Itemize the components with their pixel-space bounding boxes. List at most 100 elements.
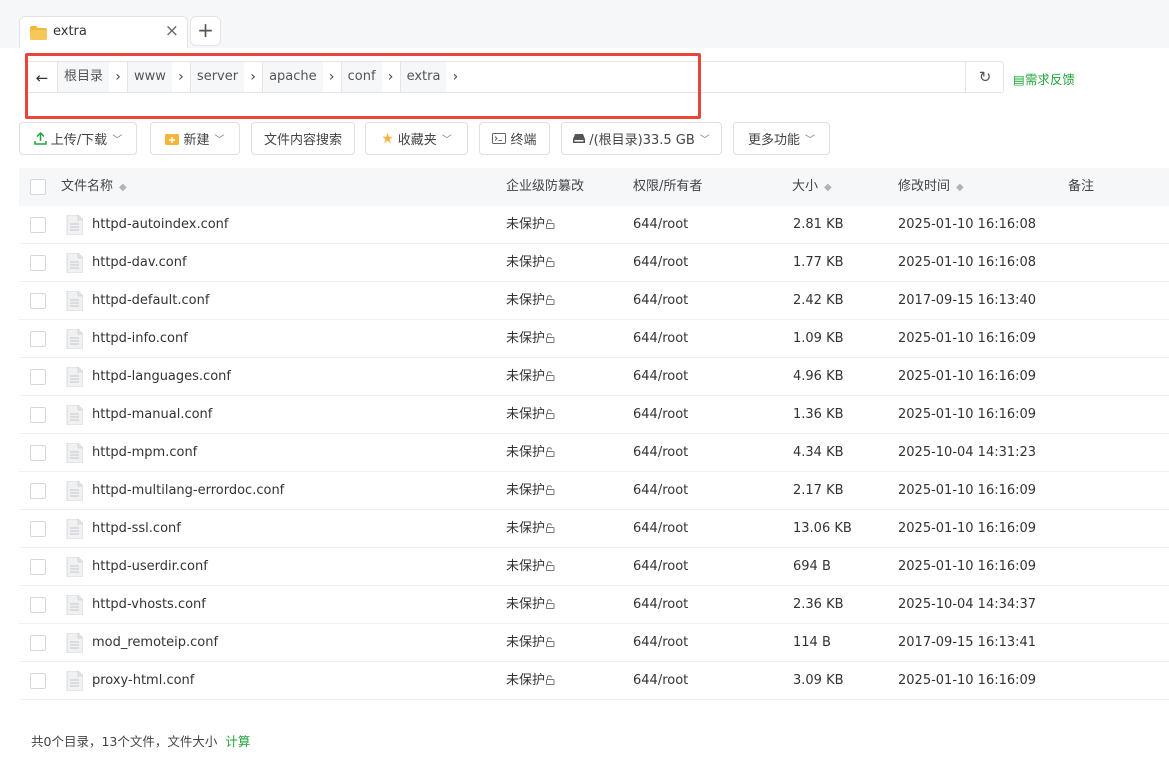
row-checkbox[interactable] <box>30 559 46 575</box>
close-icon[interactable]: × <box>165 21 179 41</box>
add-tab-button[interactable]: + <box>190 16 221 46</box>
chevron-down-icon: ﹀ <box>441 135 452 146</box>
file-name[interactable]: httpd-userdir.conf <box>92 548 208 585</box>
row-checkbox[interactable] <box>30 597 46 613</box>
table-row[interactable]: httpd-languages.conf 未保护 644/root 4.96 KB 20… <box>19 358 1169 396</box>
row-checkbox[interactable] <box>30 407 46 423</box>
tamper-status[interactable]: 未保护 <box>506 624 555 661</box>
file-name[interactable]: httpd-autoindex.conf <box>92 206 229 243</box>
tamper-status[interactable]: 未保护 <box>506 472 555 509</box>
permission-owner[interactable]: 644/root <box>633 624 688 661</box>
row-checkbox[interactable] <box>30 445 46 461</box>
file-icon <box>66 519 83 539</box>
unlock-icon <box>546 333 555 345</box>
sort-icon[interactable]: ◆ <box>824 182 832 193</box>
file-content-search-button[interactable]: 文件内容搜索 <box>251 122 355 155</box>
upload-download-button[interactable]: 上传/下载 ﹀ <box>19 122 137 155</box>
file-size: 1.36 KB <box>793 407 844 422</box>
file-name[interactable]: httpd-ssl.conf <box>92 510 181 547</box>
table-row[interactable]: httpd-multilang-errordoc.conf 未保护 644/root… <box>19 472 1169 510</box>
table-row[interactable]: mod_remoteip.conf 未保护 644/root 114 B 2017-09… <box>19 624 1169 662</box>
row-checkbox[interactable] <box>30 217 46 233</box>
file-name[interactable]: httpd-vhosts.conf <box>92 586 206 623</box>
file-name[interactable]: httpd-languages.conf <box>92 358 231 395</box>
row-checkbox[interactable] <box>30 369 46 385</box>
feedback-link[interactable]: ▤需求反馈 <box>1013 69 1075 88</box>
column-name[interactable]: 文件名称 ◆ <box>61 168 127 206</box>
terminal-button[interactable]: 终端 <box>479 122 550 155</box>
permission-owner[interactable]: 644/root <box>633 244 688 281</box>
table-row[interactable]: httpd-vhosts.conf 未保护 644/root 2.36 KB 2025-… <box>19 586 1169 624</box>
column-size-label: 大小 <box>792 179 819 194</box>
more-functions-button[interactable]: 更多功能 ﹀ <box>733 122 830 155</box>
folder-icon <box>30 26 47 40</box>
permission-owner[interactable]: 644/root <box>633 510 688 547</box>
modified-time: 2017-09-15 16:13:40 <box>898 293 1037 308</box>
table-row[interactable]: httpd-dav.conf 未保护 644/root 1.77 KB 2025-01-… <box>19 244 1169 282</box>
file-name[interactable]: httpd-info.conf <box>92 320 188 357</box>
table-row[interactable]: httpd-mpm.conf 未保护 644/root 4.34 KB 2025-10-… <box>19 434 1169 472</box>
table-row[interactable]: httpd-info.conf 未保护 644/root 1.09 KB 2025-01… <box>19 320 1169 358</box>
row-checkbox[interactable] <box>30 521 46 537</box>
tab-extra[interactable]: extra × <box>19 16 188 48</box>
permission-owner[interactable]: 644/root <box>633 206 688 243</box>
file-name[interactable]: httpd-multilang-errordoc.conf <box>92 472 284 509</box>
file-name[interactable]: httpd-default.conf <box>92 282 209 319</box>
row-checkbox[interactable] <box>30 673 46 689</box>
permission-owner[interactable]: 644/root <box>633 396 688 433</box>
permission-owner[interactable]: 644/root <box>633 358 688 395</box>
tamper-status[interactable]: 未保护 <box>506 510 555 547</box>
refresh-icon[interactable]: ↻ <box>965 61 1004 93</box>
permission-owner[interactable]: 644/root <box>633 434 688 471</box>
tamper-status[interactable]: 未保护 <box>506 244 555 281</box>
favorites-button[interactable]: ★ 收藏夹 ﹀ <box>365 122 468 155</box>
column-mtime-label: 修改时间 <box>898 179 951 194</box>
file-size: 13.06 KB <box>793 521 852 536</box>
table-row[interactable]: httpd-autoindex.conf 未保护 644/root 2.81 KB 20… <box>19 206 1169 244</box>
sort-icon[interactable]: ◆ <box>119 182 127 193</box>
permission-owner[interactable]: 644/root <box>633 548 688 585</box>
unlock-icon <box>546 371 555 383</box>
tamper-status[interactable]: 未保护 <box>506 586 555 623</box>
permission-owner[interactable]: 644/root <box>633 320 688 357</box>
table-row[interactable]: httpd-userdir.conf 未保护 644/root 694 B 2025-0… <box>19 548 1169 586</box>
table-row[interactable]: httpd-ssl.conf 未保护 644/root 13.06 KB 2025-01… <box>19 510 1169 548</box>
file-size: 2.81 KB <box>793 217 844 232</box>
file-name[interactable]: httpd-manual.conf <box>92 396 212 433</box>
file-icon <box>66 443 83 463</box>
row-checkbox[interactable] <box>30 483 46 499</box>
select-all-checkbox[interactable] <box>30 179 46 195</box>
row-checkbox[interactable] <box>30 293 46 309</box>
file-name[interactable]: httpd-mpm.conf <box>92 434 197 471</box>
new-button[interactable]: 新建 ﹀ <box>150 122 240 155</box>
file-name[interactable]: proxy-html.conf <box>92 662 194 699</box>
file-name[interactable]: httpd-dav.conf <box>92 244 187 281</box>
permission-owner[interactable]: 644/root <box>633 586 688 623</box>
tamper-status[interactable]: 未保护 <box>506 358 555 395</box>
tamper-status[interactable]: 未保护 <box>506 434 555 471</box>
column-size[interactable]: 大小 ◆ <box>792 168 832 206</box>
table-row[interactable]: proxy-html.conf 未保护 644/root 3.09 KB 2025-01… <box>19 662 1169 700</box>
row-checkbox[interactable] <box>30 331 46 347</box>
table-row[interactable]: httpd-default.conf 未保护 644/root 2.42 KB 2017… <box>19 282 1169 320</box>
tamper-status[interactable]: 未保护 <box>506 320 555 357</box>
disk-button[interactable]: /(根目录)33.5 GB ﹀ <box>561 122 722 155</box>
file-size: 4.96 KB <box>793 369 844 384</box>
file-name[interactable]: mod_remoteip.conf <box>92 624 218 661</box>
row-checkbox[interactable] <box>30 255 46 271</box>
tamper-status[interactable]: 未保护 <box>506 206 555 243</box>
permission-owner[interactable]: 644/root <box>633 662 688 699</box>
tamper-status[interactable]: 未保护 <box>506 548 555 585</box>
tamper-status[interactable]: 未保护 <box>506 282 555 319</box>
tamper-status[interactable]: 未保护 <box>506 662 555 699</box>
modified-time: 2017-09-15 16:13:41 <box>898 635 1037 650</box>
row-checkbox[interactable] <box>30 635 46 651</box>
permission-owner[interactable]: 644/root <box>633 472 688 509</box>
file-size: 1.77 KB <box>793 255 844 270</box>
table-row[interactable]: httpd-manual.conf 未保护 644/root 1.36 KB 2025-… <box>19 396 1169 434</box>
permission-owner[interactable]: 644/root <box>633 282 688 319</box>
tamper-status[interactable]: 未保护 <box>506 396 555 433</box>
calculate-link[interactable]: 计算 <box>225 734 250 749</box>
sort-icon[interactable]: ◆ <box>956 182 964 193</box>
column-modified-time[interactable]: 修改时间 ◆ <box>898 168 964 206</box>
